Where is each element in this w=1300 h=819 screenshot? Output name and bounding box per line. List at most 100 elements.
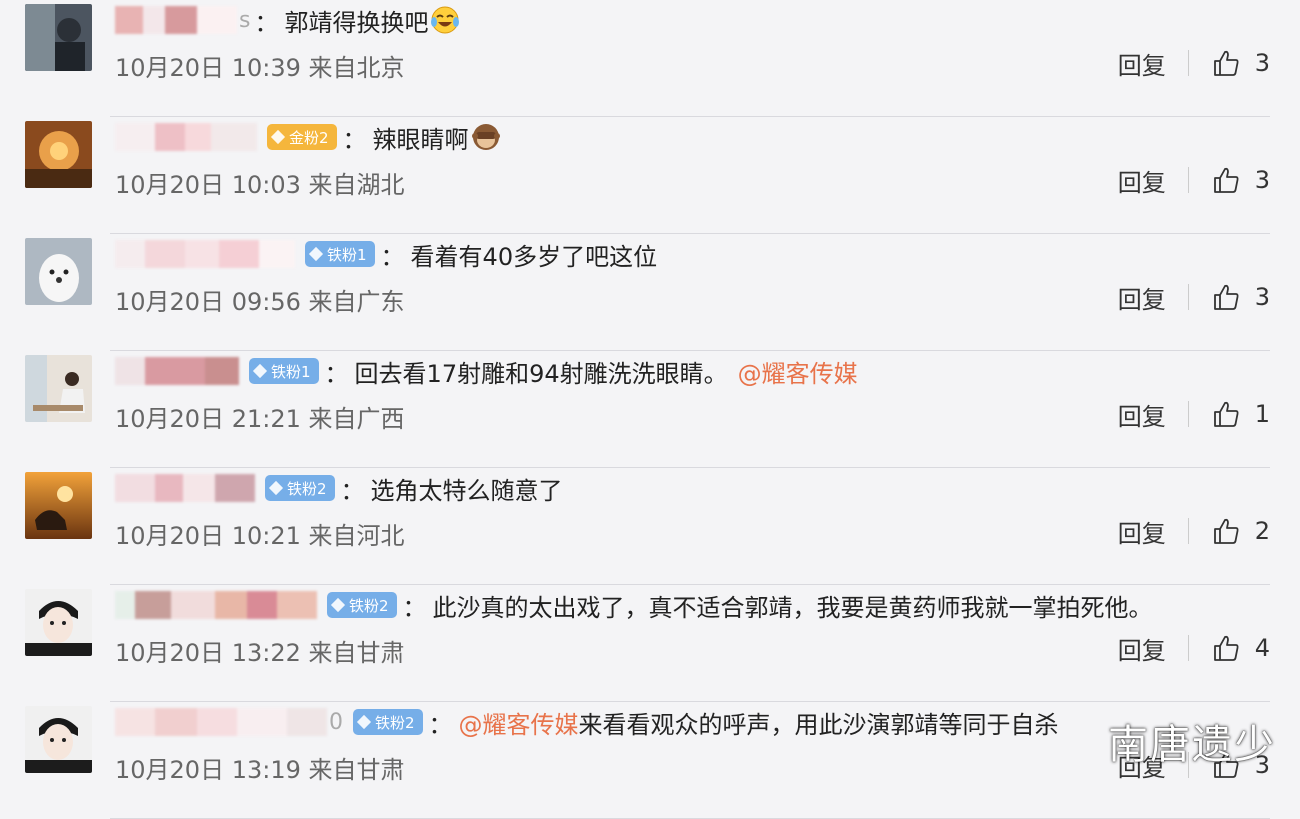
like-button[interactable]: 1 bbox=[1211, 399, 1270, 429]
reply-button[interactable]: 回复 bbox=[1118, 280, 1166, 315]
comment-item: 铁粉1 ：回去看17射雕和94射雕洗洗眼睛。 @耀客传媒 10月20日 21:21 来… bbox=[0, 351, 1300, 468]
thumbs-up-icon bbox=[1213, 401, 1239, 427]
diamond-icon bbox=[356, 714, 372, 730]
fan-badge[interactable]: 金粉2 bbox=[267, 124, 337, 150]
username-blurred[interactable] bbox=[115, 6, 237, 34]
action-divider bbox=[1187, 50, 1189, 76]
action-divider bbox=[1187, 635, 1189, 661]
thumbs-up-icon bbox=[1213, 284, 1239, 310]
like-button[interactable]: 2 bbox=[1211, 516, 1270, 546]
like-count: 4 bbox=[1254, 634, 1270, 662]
fan-badge[interactable]: 铁粉2 bbox=[327, 592, 397, 618]
user-avatar[interactable] bbox=[25, 238, 92, 305]
reply-button[interactable]: 回复 bbox=[1118, 397, 1166, 432]
comment-text: 辣眼睛啊 bbox=[372, 125, 469, 154]
colon-separator: ： bbox=[428, 710, 453, 739]
username-tail[interactable]: 0 bbox=[329, 710, 343, 735]
colon-separator: ： bbox=[324, 359, 349, 388]
username-blurred[interactable] bbox=[115, 240, 295, 268]
fan-badge[interactable]: 铁粉1 bbox=[249, 358, 319, 384]
username-blurred[interactable] bbox=[115, 708, 327, 736]
comment-actions: 回复 2 bbox=[1118, 514, 1270, 549]
user-avatar[interactable] bbox=[25, 355, 92, 422]
fan-badge-label: 铁粉2 bbox=[375, 713, 415, 732]
comment-time-location: 10月20日 21:21 来自广西 bbox=[115, 405, 405, 433]
like-count: 3 bbox=[1254, 283, 1270, 311]
diamond-icon bbox=[330, 597, 346, 613]
colon-separator: ： bbox=[342, 125, 367, 154]
diamond-icon bbox=[308, 246, 324, 262]
username-blurred[interactable] bbox=[115, 474, 255, 502]
action-divider bbox=[1187, 518, 1189, 544]
like-button[interactable]: 3 bbox=[1211, 282, 1270, 312]
colon-separator: ： bbox=[402, 593, 427, 622]
fan-badge[interactable]: 铁粉2 bbox=[265, 475, 335, 501]
comment-content-line: 铁粉1 ：回去看17射雕和94射雕洗洗眼睛。 @耀客传媒 bbox=[115, 353, 858, 389]
user-avatar[interactable] bbox=[25, 589, 92, 656]
reply-button[interactable]: 回复 bbox=[1118, 631, 1166, 666]
comment-text: 选角太特么随意了 bbox=[370, 476, 563, 505]
fan-badge[interactable]: 铁粉1 bbox=[305, 241, 375, 267]
comment-time-location: 10月20日 13:22 来自甘肃 bbox=[115, 639, 405, 667]
thumbs-up-icon bbox=[1213, 518, 1239, 544]
username-blurred[interactable] bbox=[115, 357, 239, 385]
laughing-crying-emoji bbox=[430, 5, 460, 35]
diamond-icon bbox=[252, 363, 268, 379]
like-button[interactable]: 4 bbox=[1211, 633, 1270, 663]
thumbs-up-icon bbox=[1213, 50, 1239, 76]
thumbs-up-icon bbox=[1213, 635, 1239, 661]
comment-content-line: 金粉2 ：辣眼睛啊 bbox=[115, 119, 501, 155]
username-blurred[interactable] bbox=[115, 591, 317, 619]
comment-item: 铁粉2 ：选角太特么随意了 10月20日 10:21 来自河北 回复 2 bbox=[0, 468, 1300, 585]
like-button[interactable]: 3 bbox=[1211, 165, 1270, 195]
fan-badge-label: 铁粉2 bbox=[349, 596, 389, 615]
diamond-icon bbox=[270, 129, 286, 145]
comment-actions: 回复 3 bbox=[1118, 280, 1270, 315]
fan-badge[interactable]: 铁粉2 bbox=[353, 709, 423, 735]
comment-item: 金粉2 ：辣眼睛啊 10月20日 10:03 来自湖北 回复 3 bbox=[0, 117, 1300, 234]
mention-link[interactable]: @耀客传媒 bbox=[738, 354, 858, 389]
comment-actions: 回复 3 bbox=[1118, 46, 1270, 81]
like-count: 3 bbox=[1254, 49, 1270, 77]
comment-item: s：郭靖得换换吧 10月20日 10:39 来自北京 回复 3 bbox=[0, 0, 1300, 117]
fan-badge-label: 铁粉1 bbox=[327, 245, 367, 264]
comment-text: 看着有40多岁了吧这位 bbox=[410, 242, 658, 271]
comment-content-line: s：郭靖得换换吧 bbox=[115, 2, 460, 38]
like-button[interactable]: 3 bbox=[1211, 48, 1270, 78]
comment-content-line: 铁粉2 ：此沙真的太出戏了，真不适合郭靖，我要是黄药师我就一掌拍死他。 bbox=[115, 587, 1153, 623]
like-count: 3 bbox=[1254, 166, 1270, 194]
mention-link[interactable]: @耀客传媒 bbox=[459, 705, 579, 740]
user-avatar[interactable] bbox=[25, 472, 92, 539]
reply-button[interactable]: 回复 bbox=[1118, 163, 1166, 198]
username-blurred[interactable] bbox=[115, 123, 257, 151]
action-divider bbox=[1187, 284, 1189, 310]
action-divider bbox=[1187, 401, 1189, 427]
comment-content-line: 铁粉2 ：选角太特么随意了 bbox=[115, 470, 563, 506]
thumbs-up-icon bbox=[1213, 167, 1239, 193]
user-avatar[interactable] bbox=[25, 4, 92, 71]
watermark-text: 南唐遗少 bbox=[1108, 722, 1276, 768]
fan-badge-label: 铁粉2 bbox=[287, 479, 327, 498]
comment-text: 来看看观众的呼声，用此沙演郭靖等同于自杀 bbox=[578, 710, 1059, 739]
reply-button[interactable]: 回复 bbox=[1118, 514, 1166, 549]
comment-time-location: 10月20日 10:03 来自湖北 bbox=[115, 171, 405, 199]
reply-button[interactable]: 回复 bbox=[1118, 46, 1166, 81]
diamond-icon bbox=[268, 480, 284, 496]
colon-separator: ： bbox=[340, 476, 365, 505]
fan-badge-label: 铁粉1 bbox=[271, 362, 311, 381]
comment-time-location: 10月20日 13:19 来自甘肃 bbox=[115, 756, 405, 784]
comment-actions: 回复 4 bbox=[1118, 631, 1270, 666]
comment-text: 郭靖得换换吧 bbox=[284, 8, 429, 37]
comment-text: 回去看17射雕和94射雕洗洗眼睛。 bbox=[354, 359, 728, 388]
user-avatar[interactable] bbox=[25, 121, 92, 188]
username-tail[interactable]: s bbox=[239, 8, 250, 33]
user-avatar[interactable] bbox=[25, 706, 92, 773]
comment-time-location: 10月20日 09:56 来自广东 bbox=[115, 288, 405, 316]
comment-content-line: 0 铁粉2 ： @耀客传媒 来看看观众的呼声，用此沙演郭靖等同于自杀 bbox=[115, 704, 1059, 740]
like-count: 2 bbox=[1254, 517, 1270, 545]
comment-time-location: 10月20日 10:39 来自北京 bbox=[115, 54, 405, 82]
comment-actions: 回复 1 bbox=[1118, 397, 1270, 432]
comment-actions: 回复 3 bbox=[1118, 163, 1270, 198]
comment-text: 此沙真的太出戏了，真不适合郭靖，我要是黄药师我就一掌拍死他。 bbox=[432, 593, 1153, 622]
colon-separator: ： bbox=[380, 242, 405, 271]
